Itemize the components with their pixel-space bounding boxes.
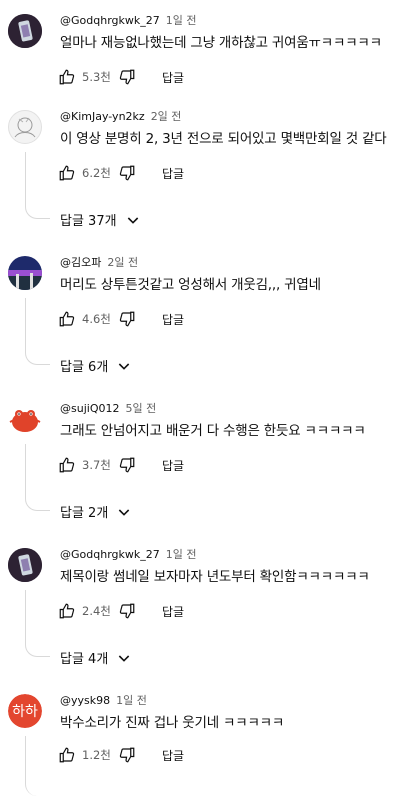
reply-button[interactable]: 답글 (162, 165, 184, 182)
avatar[interactable] (8, 110, 42, 144)
chevron-down-icon (119, 654, 130, 662)
thread-line (25, 152, 50, 219)
like-count: 2.4천 (82, 604, 111, 618)
reply-button[interactable]: 답글 (162, 311, 184, 328)
thread-line (25, 298, 50, 365)
like-button[interactable]: 5.3천 (58, 68, 118, 86)
comment-time[interactable]: 2일 전 (151, 110, 182, 123)
thumb-down-icon (119, 69, 135, 85)
like-button[interactable]: 4.6천 (58, 310, 118, 328)
like-count: 5.3천 (82, 70, 111, 84)
reply-button[interactable]: 답글 (162, 747, 184, 764)
chevron-down-icon (119, 362, 130, 370)
author-name[interactable]: @김오파 (60, 256, 101, 269)
dislike-button[interactable] (118, 456, 136, 474)
author-name[interactable]: @Godqhrgkwk_27 (60, 548, 160, 561)
replies-count: 답글 37개 (60, 214, 117, 229)
comment-text: 그래도 안넘어지고 배운거 다 수행은 한듯요 ㅋㅋㅋㅋㅋ (60, 423, 366, 439)
comment-time[interactable]: 1일 전 (116, 694, 147, 707)
thumb-down-icon (119, 311, 135, 327)
thumb-down-icon (119, 747, 135, 763)
replies-count: 답글 4개 (60, 652, 109, 667)
comment-time[interactable]: 5일 전 (125, 402, 156, 415)
dislike-button[interactable] (118, 746, 136, 764)
like-count: 1.2천 (82, 748, 111, 762)
thumb-up-icon (59, 311, 75, 327)
dislike-button[interactable] (118, 602, 136, 620)
thumb-down-icon (119, 165, 135, 181)
comment-time[interactable]: 1일 전 (166, 14, 197, 27)
comment-time[interactable]: 2일 전 (107, 256, 138, 269)
show-replies-button[interactable]: 답글 6개 (60, 356, 132, 375)
dislike-button[interactable] (118, 310, 136, 328)
author-name[interactable]: @KimJay-yn2kz (60, 110, 145, 123)
like-button[interactable]: 1.2천 (58, 746, 118, 764)
avatar[interactable] (8, 402, 42, 436)
reply-button[interactable]: 답글 (162, 69, 184, 86)
like-count: 4.6천 (82, 312, 111, 326)
avatar[interactable]: 하하 (8, 694, 42, 728)
thumb-up-icon (59, 165, 75, 181)
thumb-up-icon (59, 69, 75, 85)
reply-button[interactable]: 답글 (162, 603, 184, 620)
comment-text: 이 영상 분명히 2, 3년 전으로 되어있고 몇백만회일 것 같다 (60, 131, 387, 147)
replies-count: 답글 2개 (60, 506, 109, 521)
show-replies-button[interactable]: 답글 2개 (60, 502, 132, 521)
show-replies-button[interactable]: 답글 37개 (60, 210, 141, 229)
dislike-button[interactable] (118, 164, 136, 182)
avatar[interactable] (8, 256, 42, 290)
comment-time[interactable]: 1일 전 (166, 548, 197, 561)
reply-button[interactable]: 답글 (162, 457, 184, 474)
avatar[interactable] (8, 548, 42, 582)
replies-count: 답글 6개 (60, 360, 109, 375)
like-button[interactable]: 2.4천 (58, 602, 118, 620)
comment-text: 제목이랑 썸네일 보자마자 년도부터 확인함ㅋㅋㅋㅋㅋㅋ (60, 569, 370, 585)
thumb-up-icon (59, 603, 75, 619)
show-replies-button[interactable]: 답글 4개 (60, 648, 132, 667)
chevron-down-icon (127, 216, 138, 224)
comment-list: @Godqhrgkwk_27 1일 전 얼마나 재능없나했는데 그냥 개하찮고 귀… (0, 0, 405, 796)
thread-line (25, 590, 50, 657)
comment-text: 박수소리가 진짜 겁나 웃기네 ㅋㅋㅋㅋㅋ (60, 715, 285, 731)
author-name[interactable]: @yysk98 (60, 694, 110, 707)
like-count: 3.7천 (82, 458, 111, 472)
thread-line (25, 736, 50, 796)
like-button[interactable]: 6.2천 (58, 164, 118, 182)
thread-line (25, 444, 50, 511)
comment-text: 머리도 상투튼것같고 엉성해서 개웃김,,, 귀엽네 (60, 277, 321, 293)
thumb-up-icon (59, 747, 75, 763)
thumb-up-icon (59, 457, 75, 473)
dislike-button[interactable] (118, 68, 136, 86)
like-count: 6.2천 (82, 166, 111, 180)
author-name[interactable]: @Godqhrgkwk_27 (60, 14, 160, 27)
author-name[interactable]: @sujiQ012 (60, 402, 119, 415)
avatar[interactable] (8, 14, 42, 48)
like-button[interactable]: 3.7천 (58, 456, 118, 474)
thumb-down-icon (119, 457, 135, 473)
comment-text: 얼마나 재능없나했는데 그냥 개하찮고 귀여움ㅠㅋㅋㅋㅋㅋ (60, 35, 382, 51)
avatar-initials: 하하 (8, 694, 42, 728)
chevron-down-icon (119, 508, 130, 516)
thumb-down-icon (119, 603, 135, 619)
